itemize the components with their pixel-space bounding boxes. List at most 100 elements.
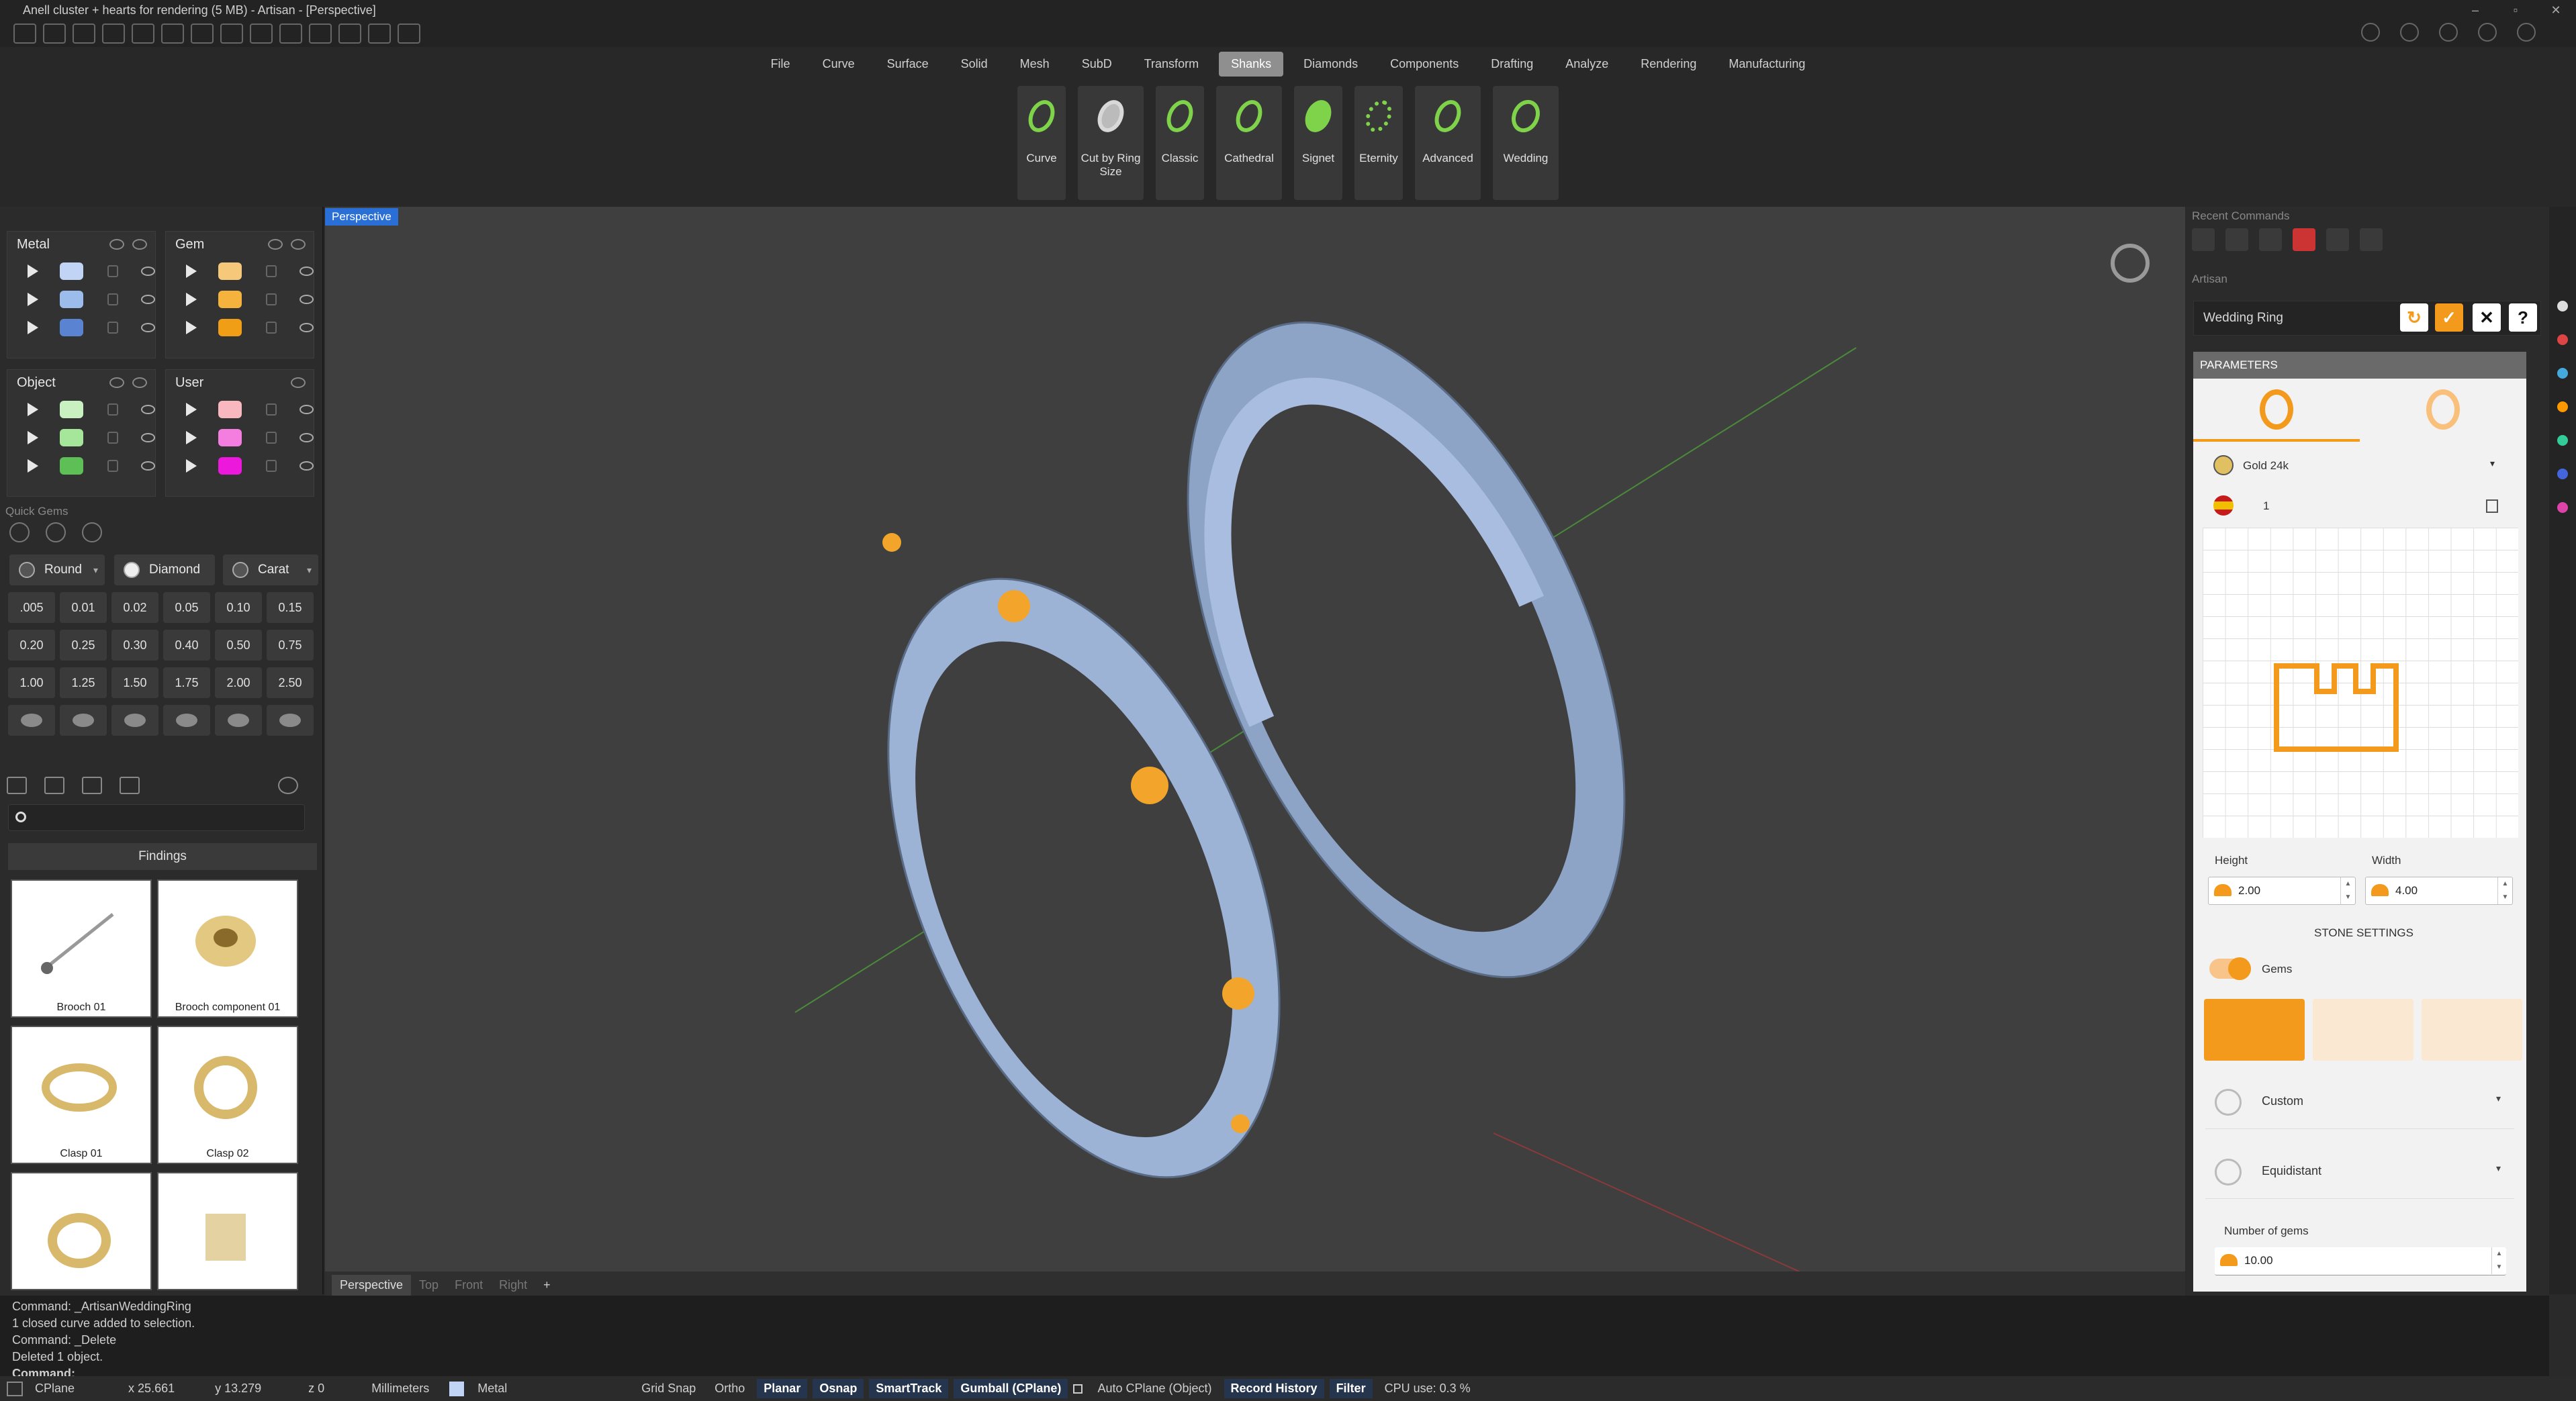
play-icon[interactable] [186, 264, 197, 278]
carat-button[interactable]: 0.20 [8, 630, 55, 661]
layer-swatch[interactable] [218, 401, 242, 418]
carat-button[interactable]: 0.50 [215, 630, 262, 661]
play-icon[interactable] [28, 403, 38, 416]
tab-perspective[interactable]: Perspective [332, 1274, 412, 1296]
import-icon[interactable] [102, 23, 125, 44]
shank-advanced-button[interactable]: Advanced [1415, 86, 1481, 200]
panel-tab-icon[interactable] [2557, 401, 2568, 412]
lock-icon[interactable] [109, 377, 124, 388]
panel-tab-icon[interactable] [2557, 435, 2568, 446]
shank-cathedral-button[interactable]: Cathedral [1216, 86, 1282, 200]
shank-signet-button[interactable]: Signet [1294, 86, 1342, 200]
info-icon[interactable] [2400, 23, 2419, 42]
gem-placement-select[interactable]: Custom ▾ [2205, 1075, 2514, 1129]
layer-swatch[interactable] [60, 401, 83, 418]
layer-swatch[interactable] [218, 319, 242, 336]
spain-flag-icon[interactable] [2213, 495, 2234, 516]
gem-spacing-select[interactable]: Equidistant ▾ [2205, 1145, 2514, 1199]
layer-swatch[interactable] [60, 457, 83, 475]
group-icon[interactable] [368, 23, 391, 44]
lock-icon[interactable] [265, 265, 277, 277]
play-icon[interactable] [28, 459, 38, 473]
carat-button[interactable]: 0.25 [60, 630, 107, 661]
carat-button[interactable]: 1.50 [111, 667, 158, 698]
menu-file[interactable]: File [759, 52, 802, 77]
carat-button[interactable]: 0.40 [163, 630, 210, 661]
stepper[interactable]: ▲ ▼ [2497, 877, 2512, 904]
lock-icon[interactable] [265, 322, 277, 334]
gem-shape-select[interactable]: Round ▾ [9, 554, 105, 585]
carat-button[interactable]: 2.00 [215, 667, 262, 698]
layer-swatch[interactable] [60, 262, 83, 280]
refresh-button[interactable]: ↻ [2400, 303, 2428, 332]
layer-row[interactable] [7, 285, 155, 313]
gem-cut-icon[interactable] [60, 705, 107, 736]
eye-icon[interactable] [140, 461, 155, 471]
gem-unit-select[interactable]: Carat ▾ [223, 554, 318, 585]
smarttrack-toggle[interactable]: SmartTrack [869, 1379, 949, 1398]
package-icon[interactable] [2439, 23, 2458, 42]
layer-row[interactable] [7, 257, 155, 285]
grid-view-icon[interactable] [120, 777, 140, 794]
close-window-button[interactable]: ✕ [2536, 0, 2576, 20]
help-button[interactable]: ? [2509, 303, 2537, 332]
current-layer[interactable]: Metal [471, 1379, 514, 1398]
carat-button[interactable]: 1.00 [8, 667, 55, 698]
eye-icon[interactable] [291, 377, 306, 388]
carat-button[interactable]: 1.25 [60, 667, 107, 698]
new-template-icon[interactable] [43, 23, 66, 44]
recent-command-icon[interactable] [2225, 228, 2248, 251]
carat-button[interactable]: 2.50 [267, 667, 314, 698]
menu-transform[interactable]: Transform [1132, 52, 1211, 77]
osnap-toggle[interactable]: Osnap [813, 1379, 864, 1398]
add-viewport-button[interactable]: + [535, 1275, 559, 1296]
lock-icon[interactable] [268, 239, 283, 250]
folder-icon[interactable] [7, 777, 27, 794]
carat-button[interactable]: 0.75 [267, 630, 314, 661]
gem-cut-icon[interactable] [111, 705, 158, 736]
lock-icon[interactable] [265, 460, 277, 472]
menu-manufacturing[interactable]: Manufacturing [1716, 52, 1817, 77]
findings-dropdown[interactable]: Findings [8, 843, 317, 870]
layer-swatch[interactable] [218, 457, 242, 475]
lock-icon[interactable] [107, 265, 118, 277]
stepper[interactable]: ▲ ▼ [2491, 1247, 2506, 1274]
layer-row[interactable] [166, 424, 314, 452]
finding-item[interactable]: Clasp 01 [11, 1026, 152, 1164]
gem-layout-option[interactable] [2313, 999, 2413, 1061]
recent-command-icon[interactable] [2192, 228, 2215, 251]
lock-icon[interactable] [265, 293, 277, 305]
menu-components[interactable]: Components [1378, 52, 1471, 77]
help-icon[interactable] [2478, 23, 2497, 42]
layer-row[interactable] [166, 257, 314, 285]
auto-cplane-checkbox[interactable] [1073, 1384, 1083, 1394]
gem-wand-icon[interactable] [46, 522, 66, 542]
planar-toggle[interactable]: Planar [757, 1379, 808, 1398]
ring-size-value[interactable]: 1 [2263, 499, 2269, 513]
tab-top[interactable]: Top [411, 1275, 447, 1296]
height-input[interactable]: 2.00 ▲ ▼ [2208, 877, 2356, 905]
eye-icon[interactable] [299, 267, 314, 276]
gem-cut-icon[interactable] [8, 705, 55, 736]
carat-button[interactable]: 0.05 [163, 592, 210, 623]
ortho-toggle[interactable]: Ortho [708, 1379, 751, 1398]
shank-cut-by-ring-size-button[interactable]: Cut by Ring Size [1078, 86, 1144, 200]
gem-cut-icon[interactable] [163, 705, 210, 736]
ring-view-icon[interactable] [2111, 244, 2150, 283]
profile-editor[interactable] [2203, 528, 2518, 838]
window-icon[interactable] [7, 1381, 23, 1396]
maximize-button[interactable]: ▫ [2495, 0, 2536, 20]
menu-mesh[interactable]: Mesh [1008, 52, 1062, 77]
panel-tab-icon[interactable] [2557, 502, 2568, 513]
eye-icon[interactable] [299, 405, 314, 414]
play-icon[interactable] [186, 459, 197, 473]
finding-item[interactable] [11, 1172, 152, 1290]
auto-cplane-label[interactable]: Auto CPlane (Object) [1091, 1379, 1218, 1398]
width-input[interactable]: 4.00 ▲ ▼ [2365, 877, 2513, 905]
eye-icon[interactable] [140, 405, 155, 414]
layer-row[interactable] [7, 424, 155, 452]
carat-button[interactable]: 1.75 [163, 667, 210, 698]
shank-curve-button[interactable]: Curve [1017, 86, 1066, 200]
eye-icon[interactable] [132, 377, 147, 388]
finding-item[interactable] [157, 1172, 298, 1290]
